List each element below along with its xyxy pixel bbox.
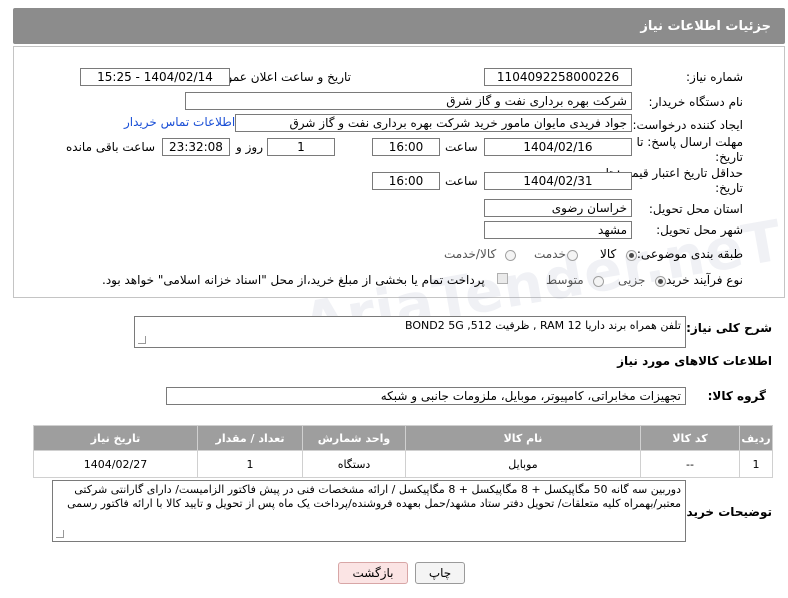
table-row[interactable]: 1 -- موبایل دستگاه 1 1404/02/27: [33, 450, 773, 478]
cell-qty: 1: [197, 450, 303, 478]
creator-label: ایجاد کننده درخواست:: [632, 118, 743, 132]
goods-info-title: اطلاعات کالاهای مورد نیاز: [617, 354, 772, 368]
buyer-org-label: نام دستگاه خریدار:: [648, 95, 744, 109]
goods-group-label: گروه کالا:: [707, 389, 766, 403]
payment-note: پرداخت تمام یا بخشی از مبلغ خرید،از محل …: [102, 273, 485, 287]
announce-field[interactable]: 1404/02/14 - 15:25: [80, 68, 230, 86]
reply-date-field[interactable]: 1404/02/16: [484, 138, 632, 156]
description-text: تلفن همراه برند داریا RAM 12 , ظرفیت 512…: [405, 319, 681, 332]
cell-row: 1: [739, 450, 773, 478]
cell-name: موبایل: [405, 450, 641, 478]
remaining-label: ساعت باقی مانده: [66, 140, 156, 154]
cell-date: 1404/02/27: [33, 450, 198, 478]
remaining-time-field[interactable]: 23:32:08: [162, 138, 230, 156]
city-label: شهر محل تحویل:: [656, 223, 743, 237]
process-option-medium: متوسط: [546, 273, 584, 287]
payment-checkbox[interactable]: [497, 273, 508, 284]
reply-deadline-label: مهلت ارسال پاسخ: تا تاریخ:: [636, 135, 743, 164]
process-label: نوع فرآیند خرید :: [658, 273, 743, 287]
goods-group-field[interactable]: تجهیزات مخابراتی، کامپیوتر، موبایل، ملزو…: [166, 387, 686, 405]
col-header-unit: واحد شمارش: [302, 425, 406, 451]
col-header-row: ردیف: [739, 425, 773, 451]
process-option-minor: جزیی: [618, 273, 646, 287]
goods-table: ردیف کد کالا نام کالا واحد شمارش تعداد /…: [33, 425, 773, 478]
category-option-goods: کالا: [600, 247, 617, 261]
contact-info-link[interactable]: اطلاعات تماس خریدار: [124, 115, 235, 129]
buyer-org-field[interactable]: شرکت بهره برداری نفت و گاز شرق: [185, 92, 632, 110]
province-field[interactable]: خراسان رضوی: [484, 199, 632, 217]
print-button[interactable]: چاپ: [415, 562, 465, 584]
table-header-row: ردیف کد کالا نام کالا واحد شمارش تعداد /…: [33, 425, 773, 451]
category-option-goods-service: کالا/خدمت: [444, 247, 497, 261]
page-header: جزئیات اطلاعات نیاز: [13, 8, 785, 44]
buyer-notes-text: دوربین سه گانه 50 مگاپیکسل + 8 مگاپیکسل …: [67, 483, 681, 510]
creator-field[interactable]: جواد فریدی مایوان مامور خرید شرکت بهره ب…: [235, 114, 632, 132]
col-header-date: تاریخ نیاز: [33, 425, 198, 451]
category-label: طبقه بندی موضوعی:: [636, 247, 743, 261]
need-number-label: شماره نیاز:: [686, 70, 743, 84]
category-radio-goods-service[interactable]: [505, 250, 516, 261]
resize-handle-icon[interactable]: [138, 336, 146, 344]
category-option-service: خدمت: [534, 247, 566, 261]
price-time-label: ساعت: [445, 174, 478, 188]
reply-time-field[interactable]: 16:00: [372, 138, 440, 156]
process-radio-minor[interactable]: [655, 276, 666, 287]
back-button[interactable]: بازگشت: [338, 562, 408, 584]
category-radio-service[interactable]: [567, 250, 578, 261]
cell-code: --: [640, 450, 740, 478]
need-number-field[interactable]: 1104092258000226: [484, 68, 632, 86]
page-title: جزئیات اطلاعات نیاز: [640, 18, 771, 34]
reply-time-label: ساعت: [445, 140, 478, 154]
city-field[interactable]: مشهد: [484, 221, 632, 239]
price-time-field[interactable]: 16:00: [372, 172, 440, 190]
province-label: استان محل تحویل:: [648, 202, 743, 216]
category-radio-goods[interactable]: [626, 250, 637, 261]
buyer-notes-field[interactable]: دوربین سه گانه 50 مگاپیکسل + 8 مگاپیکسل …: [52, 480, 686, 542]
process-radio-medium[interactable]: [593, 276, 604, 287]
cell-unit: دستگاه: [302, 450, 406, 478]
days-label: روز و: [236, 140, 263, 154]
description-field[interactable]: تلفن همراه برند داریا RAM 12 , ظرفیت 512…: [134, 316, 686, 348]
days-field[interactable]: 1: [267, 138, 335, 156]
description-label: شرح کلی نیاز:: [686, 321, 772, 335]
col-header-name: نام کالا: [405, 425, 641, 451]
resize-handle-icon[interactable]: [56, 530, 64, 538]
col-header-qty: تعداد / مقدار: [197, 425, 303, 451]
col-header-code: کد کالا: [640, 425, 740, 451]
price-date-field[interactable]: 1404/02/31: [484, 172, 632, 190]
